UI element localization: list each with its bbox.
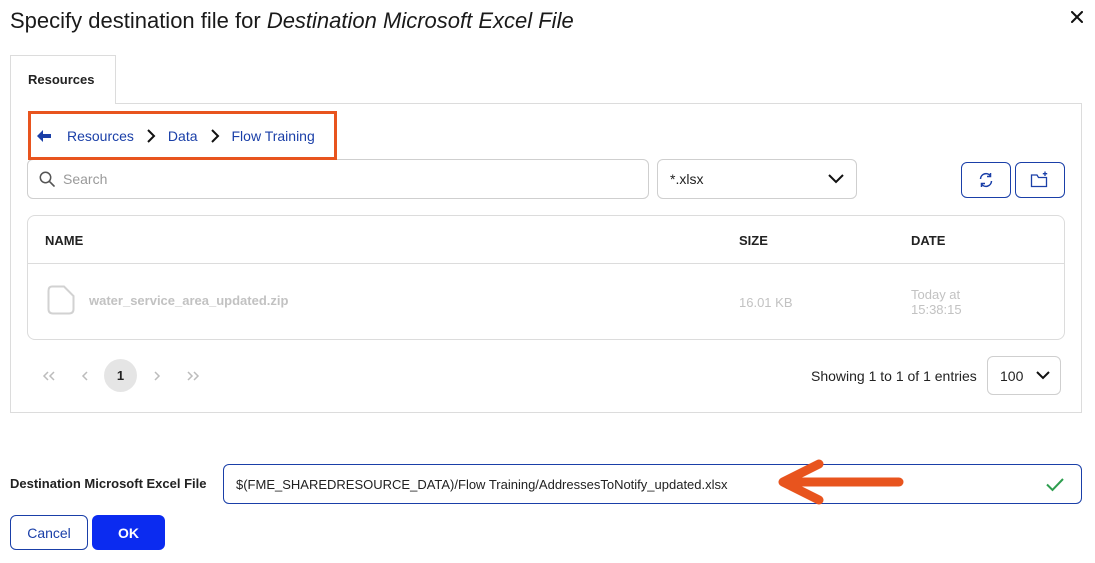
annotation-arrow-icon: [778, 459, 904, 505]
arrow-left-icon: [37, 130, 51, 142]
chevron-down-icon: [828, 174, 844, 184]
column-header-date[interactable]: DATE: [911, 233, 945, 248]
destination-path-value: $(FME_SHAREDRESOURCE_DATA)/Flow Training…: [236, 476, 728, 492]
tab-resources[interactable]: Resources: [10, 55, 116, 104]
column-header-size[interactable]: SIZE: [739, 233, 768, 248]
next-page-button[interactable]: [140, 359, 173, 392]
file-table: NAME SIZE DATE water_service_area_update…: [27, 215, 1065, 340]
chevron-right-icon: [153, 370, 160, 381]
table-header: NAME SIZE DATE: [28, 216, 1064, 264]
entries-summary: Showing 1 to 1 of 1 entries: [811, 368, 977, 384]
refresh-icon: [979, 172, 993, 188]
page-size-value: 100: [1000, 367, 1024, 384]
column-header-name[interactable]: NAME: [45, 233, 83, 248]
file-type-filter-select[interactable]: *.xlsx: [657, 159, 857, 199]
file-icon: [47, 285, 75, 318]
destination-label: Destination Microsoft Excel File: [10, 476, 207, 491]
file-size: 16.01 KB: [739, 295, 793, 310]
first-page-button[interactable]: [32, 359, 65, 392]
back-button[interactable]: [37, 130, 51, 142]
table-row[interactable]: water_service_area_updated.zip 16.01 KB …: [28, 265, 1064, 340]
chevron-right-icon: [146, 129, 156, 143]
search-icon: [39, 171, 55, 187]
file-name: water_service_area_updated.zip: [89, 293, 289, 308]
last-page-button[interactable]: [176, 359, 209, 392]
breadcrumb-item-flow-training[interactable]: Flow Training: [232, 128, 315, 144]
new-folder-button[interactable]: [1015, 162, 1065, 198]
page-size-select[interactable]: 100: [987, 356, 1061, 395]
close-button[interactable]: [1066, 6, 1088, 28]
chevron-right-icon: [210, 129, 220, 143]
chevron-down-icon: [1036, 371, 1050, 380]
chevrons-right-icon: [186, 370, 199, 381]
check-icon: [1045, 477, 1065, 497]
cancel-button[interactable]: Cancel: [10, 515, 88, 550]
dialog-title-emphasis: Destination Microsoft Excel File: [266, 8, 574, 33]
file-type-filter-value: *.xlsx: [670, 171, 704, 187]
refresh-button[interactable]: [961, 162, 1011, 198]
breadcrumb-item-data[interactable]: Data: [168, 128, 198, 144]
breadcrumb-item-resources[interactable]: Resources: [67, 128, 134, 144]
page-button-current[interactable]: 1: [104, 359, 137, 392]
dialog-title-prefix: Specify destination file for: [10, 8, 267, 33]
dialog-title: Specify destination file for Destination…: [10, 8, 574, 34]
breadcrumb: Resources Data Flow Training: [37, 126, 315, 146]
destination-path-input[interactable]: $(FME_SHAREDRESOURCE_DATA)/Flow Training…: [223, 464, 1082, 504]
search-box: [27, 159, 649, 199]
search-input[interactable]: [63, 171, 623, 187]
new-folder-icon: [1030, 171, 1048, 188]
chevrons-left-icon: [42, 370, 55, 381]
chevron-left-icon: [81, 370, 88, 381]
tab-resources-label: Resources: [28, 72, 95, 87]
close-icon: [1071, 11, 1083, 23]
previous-page-button[interactable]: [68, 359, 101, 392]
ok-button[interactable]: OK: [92, 515, 165, 550]
pagination: 1: [32, 359, 209, 392]
file-date: Today at 15:38:15: [911, 287, 962, 317]
